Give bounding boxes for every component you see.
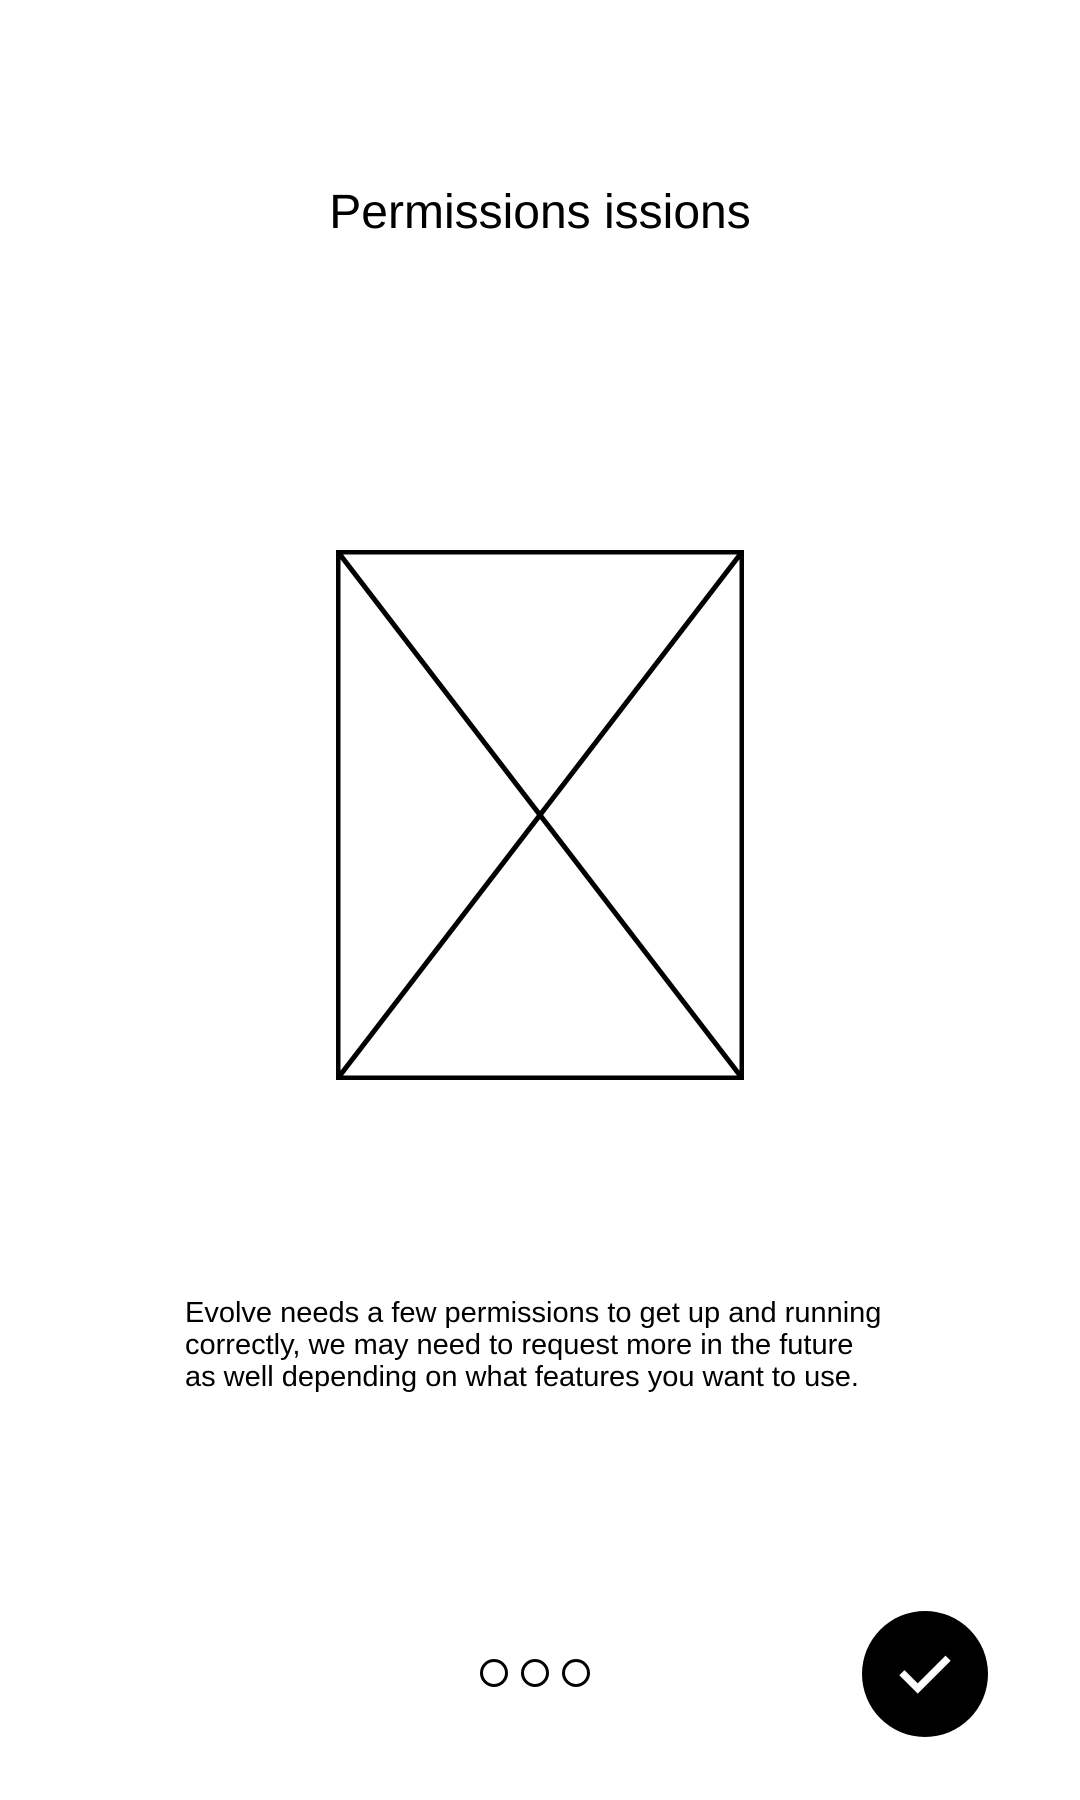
page-indicator-dot[interactable] [521,1659,549,1687]
page-indicator-dot[interactable] [480,1659,508,1687]
image-placeholder-icon [336,550,744,1080]
image-placeholder [336,550,744,1080]
page-indicator-dot[interactable] [562,1659,590,1687]
page-indicator [480,1659,590,1687]
permissions-description: Evolve needs a few permissions to get up… [185,1297,882,1393]
check-icon [899,1655,951,1694]
page-title: Permissions issions [329,186,751,239]
confirm-button[interactable] [862,1611,988,1737]
